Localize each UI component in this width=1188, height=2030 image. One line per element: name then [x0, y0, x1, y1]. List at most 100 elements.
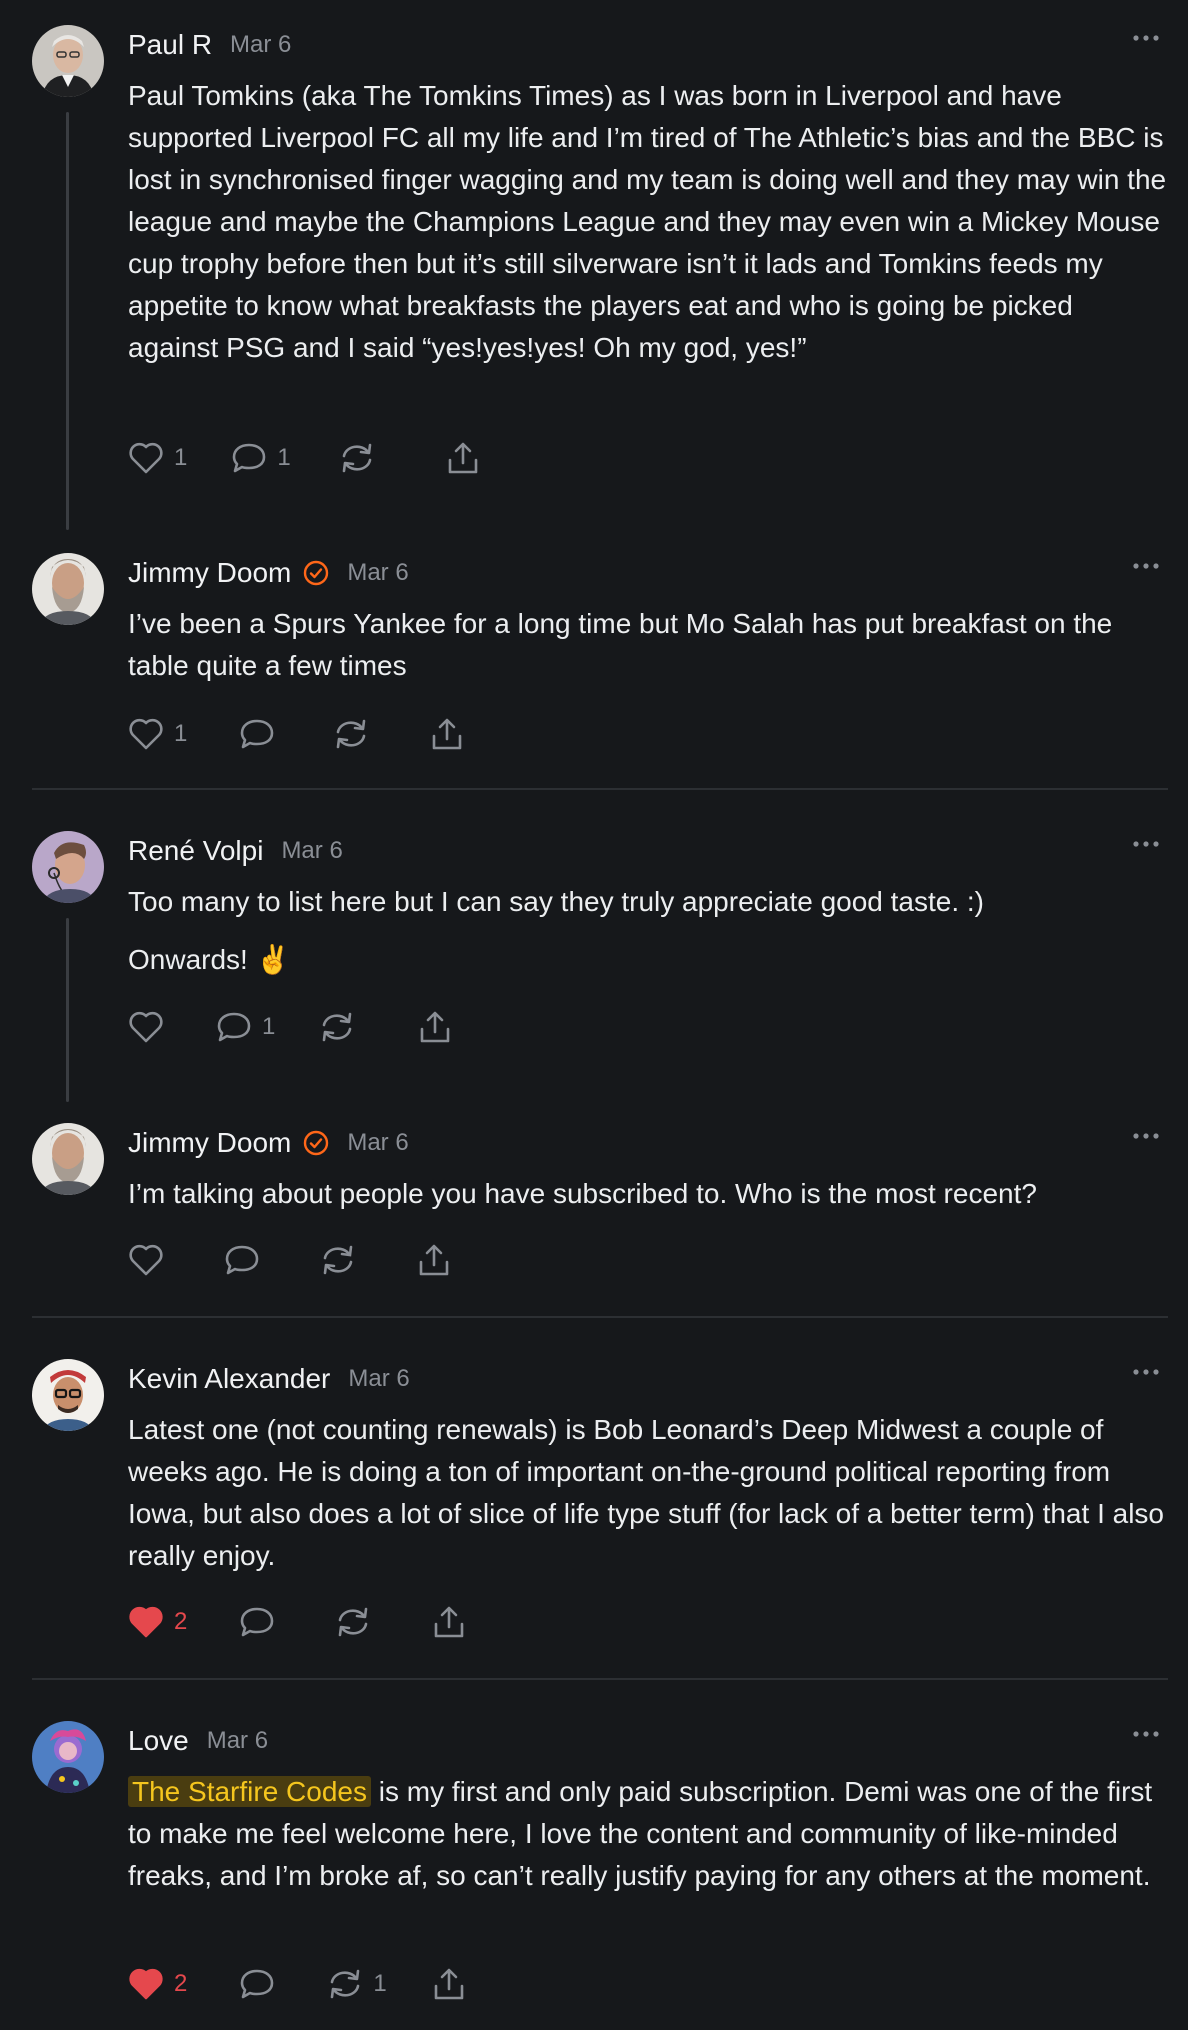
ellipsis-icon[interactable] — [1132, 1729, 1160, 1739]
thread-line — [66, 112, 69, 530]
reply-button[interactable] — [239, 717, 275, 751]
comment-actions: 2 1 — [128, 1964, 467, 2004]
reply-button[interactable] — [224, 1243, 260, 1277]
restack-button[interactable] — [319, 1010, 355, 1044]
like-count: 1 — [174, 444, 188, 471]
avatar[interactable] — [32, 1123, 104, 1195]
author-name[interactable]: Jimmy Doom — [128, 557, 291, 589]
restack-button[interactable] — [335, 1605, 371, 1639]
separator — [32, 788, 1168, 790]
like-count: 2 — [174, 1608, 188, 1635]
heart-icon — [129, 1968, 163, 2000]
reply-button[interactable]: 1 — [231, 441, 291, 475]
ellipsis-icon[interactable] — [1132, 1131, 1160, 1141]
comment-header: Jimmy Doom Mar 6 — [128, 553, 409, 593]
speech-bubble-icon — [241, 1607, 274, 1637]
heart-icon — [129, 442, 163, 474]
verified-check-icon — [304, 1130, 329, 1156]
restack-button[interactable] — [320, 1243, 356, 1277]
restack-button[interactable] — [333, 717, 369, 751]
like-button[interactable] — [128, 1243, 164, 1277]
ellipsis-icon[interactable] — [1132, 839, 1160, 849]
author-name[interactable]: Paul R — [128, 29, 212, 61]
heart-icon — [129, 1606, 163, 1638]
author-name[interactable]: Jimmy Doom — [128, 1127, 291, 1159]
reply-button[interactable]: 1 — [216, 1010, 275, 1044]
speech-bubble-icon — [225, 1245, 259, 1275]
like-button[interactable]: 1 — [128, 441, 187, 475]
share-button[interactable] — [416, 1243, 452, 1277]
restack-arrows-icon — [323, 1012, 352, 1042]
share-upload-icon — [433, 718, 462, 750]
like-button[interactable]: 1 — [128, 717, 187, 751]
separator — [32, 1316, 1168, 1318]
restack-arrows-icon — [339, 1607, 368, 1637]
restack-arrows-icon — [342, 443, 372, 473]
reply-button[interactable] — [239, 1967, 275, 2001]
share-button[interactable] — [431, 1967, 467, 2001]
comment-date[interactable]: Mar 6 — [347, 559, 408, 587]
restack-button[interactable]: 1 — [327, 1967, 387, 2001]
share-button[interactable] — [445, 441, 481, 475]
comment-header: Paul R Mar 6 — [128, 25, 291, 65]
comment-header: Love Mar 6 — [128, 1721, 268, 1761]
separator — [32, 1678, 1168, 1680]
comment-date[interactable]: Mar 6 — [348, 1365, 409, 1393]
comment-body: Latest one (not counting renewals) is Bo… — [128, 1409, 1168, 1577]
comment-header: Kevin Alexander Mar 6 — [128, 1359, 410, 1399]
comment-date[interactable]: Mar 6 — [207, 1727, 268, 1755]
avatar[interactable] — [32, 831, 104, 903]
avatar[interactable] — [32, 1359, 104, 1431]
speech-bubble-icon — [241, 1969, 274, 1999]
restack-button[interactable] — [339, 441, 385, 475]
comment-text: I’ve been a Spurs Yankee for a long time… — [128, 608, 1113, 681]
author-name[interactable]: Love — [128, 1725, 189, 1757]
comment-actions: 1 — [128, 714, 465, 754]
comment-text: Too many to list here but I can say they… — [128, 886, 985, 917]
publication-link[interactable]: The Starfire Codes — [128, 1776, 371, 1807]
thread-line — [66, 918, 69, 1102]
avatar[interactable] — [32, 553, 104, 625]
author-name[interactable]: René Volpi — [128, 835, 263, 867]
restack-arrows-icon — [323, 1245, 353, 1275]
restack-arrows-icon — [331, 1969, 360, 1999]
heart-icon — [129, 1011, 163, 1043]
comment-actions: 1 1 — [128, 438, 481, 478]
like-button[interactable] — [128, 1010, 164, 1044]
share-button[interactable] — [431, 1605, 467, 1639]
like-button[interactable]: 2 — [128, 1605, 187, 1639]
speech-bubble-icon — [217, 1012, 251, 1042]
reply-button[interactable] — [239, 1605, 275, 1639]
comment-date[interactable]: Mar 6 — [281, 837, 342, 865]
author-name[interactable]: Kevin Alexander — [128, 1363, 330, 1395]
share-upload-icon — [434, 1968, 464, 2000]
comment-date[interactable]: Mar 6 — [230, 31, 291, 59]
share-button[interactable] — [429, 717, 465, 751]
comment-header: Jimmy Doom Mar 6 — [128, 1123, 409, 1163]
speech-bubble-icon — [233, 443, 266, 473]
comment-actions: 2 — [128, 1602, 467, 1642]
share-upload-icon — [419, 1244, 449, 1276]
share-upload-icon — [448, 442, 478, 474]
reply-count: 1 — [262, 1013, 276, 1040]
comment-text: Onwards! ✌️ — [128, 944, 291, 975]
comment-body: I’ve been a Spurs Yankee for a long time… — [128, 603, 1168, 687]
avatar[interactable] — [32, 25, 104, 97]
heart-icon — [129, 718, 163, 750]
ellipsis-icon[interactable] — [1132, 33, 1160, 43]
comment-text: I’m talking about people you have subscr… — [128, 1178, 1037, 1209]
share-upload-icon — [421, 1011, 450, 1043]
like-button[interactable]: 2 — [128, 1967, 187, 2001]
comment-text: Paul Tomkins (aka The Tomkins Times) as … — [128, 80, 1167, 363]
speech-bubble-icon — [241, 719, 274, 749]
comment-date[interactable]: Mar 6 — [347, 1129, 408, 1157]
ellipsis-icon[interactable] — [1132, 1367, 1160, 1377]
comment-body: I’m talking about people you have subscr… — [128, 1173, 1168, 1215]
heart-icon — [129, 1244, 163, 1276]
share-button[interactable] — [417, 1010, 453, 1044]
verified-check-icon — [304, 560, 329, 586]
share-upload-icon — [435, 1606, 464, 1638]
comment-body: Paul Tomkins (aka The Tomkins Times) as … — [128, 75, 1168, 369]
avatar[interactable] — [32, 1721, 104, 1793]
ellipsis-icon[interactable] — [1132, 561, 1160, 571]
